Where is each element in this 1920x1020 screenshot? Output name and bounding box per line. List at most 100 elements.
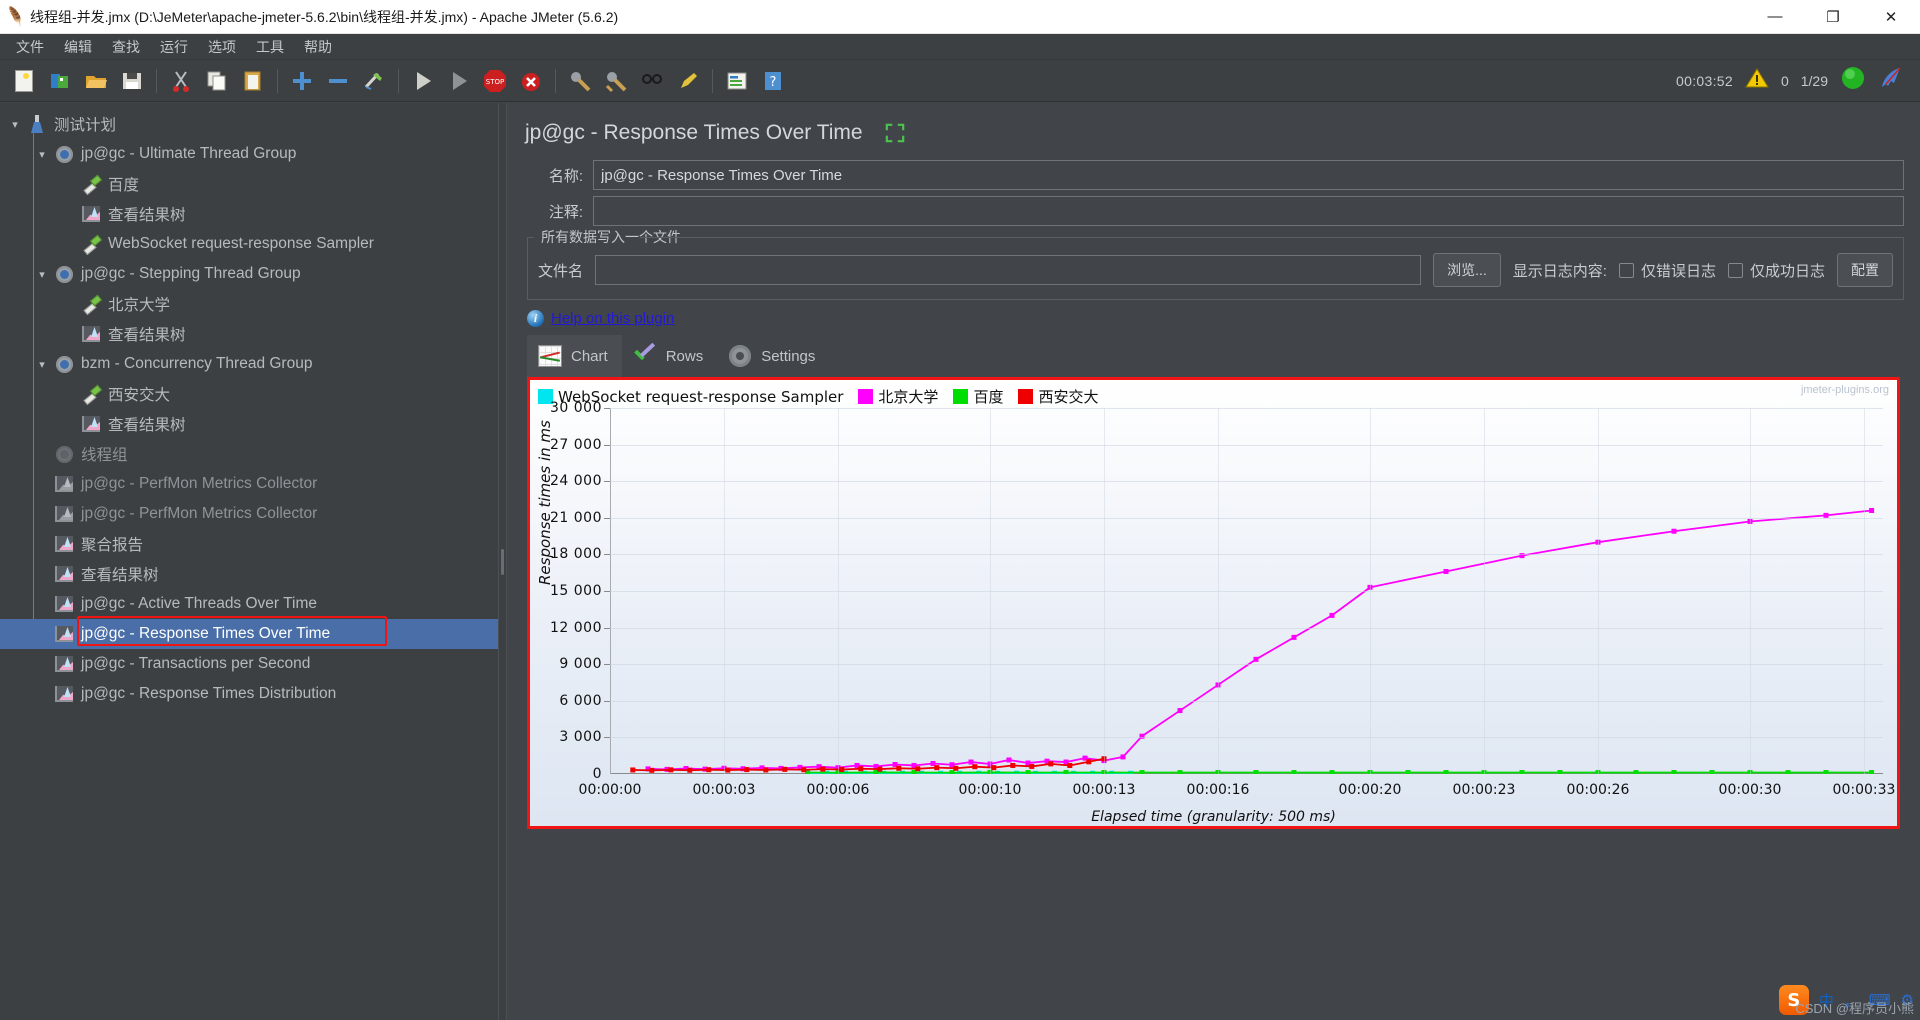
tree-item[interactable]: ▾查看结果树	[0, 559, 498, 589]
tree-item-label: 北京大学	[108, 297, 171, 314]
tree-item[interactable]: ▾百度	[0, 169, 498, 199]
collapse-all-icon[interactable]	[323, 66, 353, 96]
tree-item-icon	[53, 264, 75, 284]
success-only-checkbox[interactable]	[1727, 262, 1743, 278]
comment-label: 注释:	[548, 203, 583, 221]
menu-help[interactable]: 帮助	[294, 34, 342, 60]
expand-panel-icon[interactable]	[885, 123, 905, 143]
error-only-checkbox[interactable]	[1618, 262, 1634, 278]
tree-twisty[interactable]: ▾	[31, 358, 53, 371]
tree-item[interactable]: ▾西安交大	[0, 379, 498, 409]
tree-list[interactable]: ▾测试计划▾jp@gc - Ultimate Thread Group▾百度▾查…	[0, 109, 498, 709]
clear-all-icon[interactable]	[601, 66, 631, 96]
tree-item[interactable]: ▾聚合报告	[0, 529, 498, 559]
maximize-button[interactable]: ❐	[1804, 0, 1862, 33]
legend-label: 西安交大	[1038, 388, 1099, 406]
legend-swatch	[1018, 389, 1034, 404]
clear-icon[interactable]	[565, 66, 595, 96]
tree-twisty[interactable]: ▾	[31, 148, 53, 161]
info-icon: i	[527, 310, 544, 327]
tree-item[interactable]: ▾jp@gc - PerfMon Metrics Collector	[0, 499, 498, 529]
save-icon[interactable]	[117, 66, 147, 96]
minimize-button[interactable]: —	[1746, 0, 1804, 33]
tree-item[interactable]: ▾ jp@gc - Stepping Thread Group	[0, 259, 498, 289]
filename-input[interactable]	[595, 255, 1422, 285]
tree-item-icon	[53, 594, 75, 614]
start-no-pauses-icon[interactable]	[444, 66, 474, 96]
help-icon[interactable]: ?	[758, 66, 788, 96]
menu-options[interactable]: 选项	[198, 34, 246, 60]
tree-item[interactable]: ▾jp@gc - Response Times Distribution	[0, 679, 498, 709]
chart-y-tick-label: 21 000	[550, 509, 602, 526]
tab-settings[interactable]: Settings	[717, 335, 829, 377]
tree-item[interactable]: ▾查看结果树	[0, 199, 498, 229]
tree-item[interactable]: ▾jp@gc - Response Times Over Time	[0, 619, 498, 649]
browse-button[interactable]: 浏览...	[1433, 253, 1501, 287]
menu-run[interactable]: 运行	[150, 34, 198, 60]
tree-item[interactable]: ▾jp@gc - Transactions per Second	[0, 649, 498, 679]
menu-file[interactable]: 文件	[6, 34, 54, 60]
tree-item[interactable]: ▾查看结果树	[0, 409, 498, 439]
menu-tools[interactable]: 工具	[246, 34, 294, 60]
test-plan-tree[interactable]: ▾测试计划▾jp@gc - Ultimate Thread Group▾百度▾查…	[0, 103, 498, 1020]
open-icon[interactable]	[81, 66, 111, 96]
chart-data-point	[991, 765, 997, 771]
tree-item[interactable]: ▾查看结果树	[0, 319, 498, 349]
expand-all-icon[interactable]	[287, 66, 317, 96]
help-on-plugin-link[interactable]: Help on this plugin	[551, 310, 674, 327]
tree-item[interactable]: ▾jp@gc - PerfMon Metrics Collector	[0, 469, 498, 499]
toggle-icon[interactable]	[359, 66, 389, 96]
warning-icon[interactable]	[1745, 67, 1769, 94]
rows-tab-icon	[632, 343, 658, 369]
new-icon[interactable]	[9, 66, 39, 96]
tree-item[interactable]: ▾线程组	[0, 439, 498, 469]
tree-item[interactable]: ▾jp@gc - Active Threads Over Time	[0, 589, 498, 619]
tab-rows[interactable]: Rows	[622, 335, 718, 377]
tree-item-label: 聚合报告	[81, 537, 144, 554]
chart-data-point	[630, 767, 636, 773]
start-icon[interactable]	[408, 66, 438, 96]
shutdown-icon[interactable]	[516, 66, 546, 96]
copy-icon[interactable]	[202, 66, 232, 96]
tab-chart[interactable]: Chart	[527, 335, 622, 377]
chart-gridline-vertical	[1218, 408, 1219, 774]
chart-data-point	[820, 766, 826, 772]
chart-data-point	[668, 767, 674, 773]
toolbar-separator	[712, 68, 713, 93]
response-times-chart[interactable]: WebSocket request-response Sampler 北京大学 百度…	[527, 377, 1900, 829]
stop-icon[interactable]: STOP	[480, 66, 510, 96]
search-icon[interactable]	[637, 66, 667, 96]
chart-gridline	[610, 408, 1883, 409]
pane-splitter[interactable]	[498, 103, 507, 1020]
comment-input[interactable]	[593, 196, 1904, 226]
tree-twisty[interactable]: ▾	[4, 118, 26, 131]
configure-button[interactable]: 配置	[1837, 253, 1893, 287]
tree-item[interactable]: ▾WebSocket request-response Sampler	[0, 229, 498, 259]
paste-icon[interactable]	[238, 66, 268, 96]
tree-item-icon	[53, 504, 75, 524]
name-input[interactable]	[593, 160, 1904, 190]
chart-series-line	[647, 509, 1872, 771]
splitter-grip[interactable]	[501, 548, 504, 575]
legend-item: 北京大学	[858, 386, 938, 407]
tree-item-label: jp@gc - Transactions per Second	[81, 655, 311, 672]
close-button[interactable]: ✕	[1862, 0, 1920, 33]
templates-icon[interactable]	[45, 66, 75, 96]
tree-item[interactable]: ▾ jp@gc - Ultimate Thread Group	[0, 139, 498, 169]
error-only-checkbox-wrap[interactable]: 仅错误日志	[1618, 260, 1716, 281]
function-helper-icon[interactable]	[722, 66, 752, 96]
success-only-checkbox-wrap[interactable]: 仅成功日志	[1727, 260, 1825, 281]
tree-item[interactable]: ▾ 测试计划	[0, 109, 498, 139]
tree-item[interactable]: ▾ bzm - Concurrency Thread Group	[0, 349, 498, 379]
menu-edit[interactable]: 编辑	[54, 34, 102, 60]
chart-data-point	[1633, 770, 1639, 774]
tree-twisty[interactable]: ▾	[31, 268, 53, 281]
tree-item[interactable]: ▾北京大学	[0, 289, 498, 319]
svg-text:?: ?	[770, 75, 777, 90]
menu-search[interactable]: 查找	[102, 34, 150, 60]
cut-icon[interactable]	[166, 66, 196, 96]
elapsed-timer: 00:03:52	[1676, 72, 1733, 89]
chart-data-point	[1443, 568, 1449, 574]
reset-search-icon[interactable]	[673, 66, 703, 96]
help-row: i Help on this plugin	[507, 300, 1920, 331]
